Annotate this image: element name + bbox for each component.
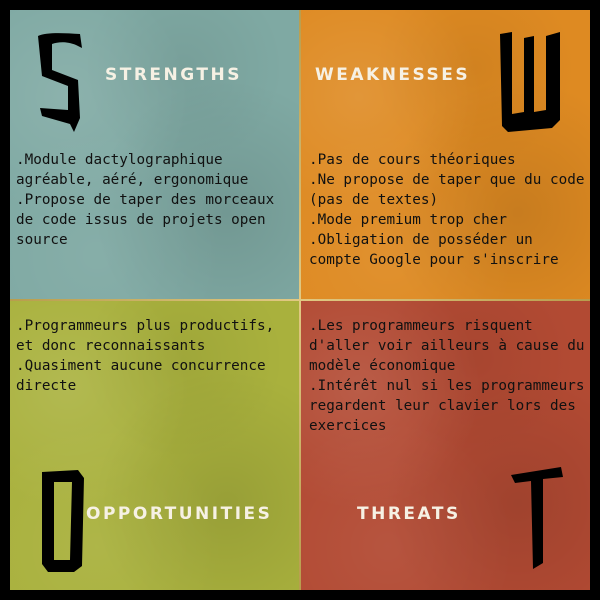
strengths-quadrant: STRENGTHS .Module dactylographique agréa…	[10, 10, 299, 299]
list-item: .Intérêt nul si les programmeurs regarde…	[309, 378, 585, 434]
list-item: .Pas de cours théoriques	[309, 152, 516, 168]
list-item: .Mode premium trop cher	[309, 212, 507, 228]
list-item: .Programmeurs plus productifs, et donc r…	[16, 318, 275, 354]
threats-list: .Les programmeurs risquent d'aller voir …	[309, 316, 589, 436]
weaknesses-list: .Pas de cours théoriques .Ne propose de …	[309, 150, 589, 270]
strengths-list: .Module dactylographique agréable, aéré,…	[16, 150, 296, 250]
list-item: .Obligation de posséder un compte Google…	[309, 232, 559, 268]
threats-letter-icon	[509, 463, 565, 573]
list-item: .Module dactylographique agréable, aéré,…	[16, 152, 249, 188]
opportunities-title: OPPORTUNITIES	[86, 504, 273, 524]
opportunities-list: .Programmeurs plus productifs, et donc r…	[16, 316, 296, 396]
horizontal-divider	[10, 299, 590, 301]
opportunities-quadrant: .Programmeurs plus productifs, et donc r…	[10, 301, 299, 590]
weaknesses-letter-icon	[496, 28, 568, 138]
threats-quadrant: .Les programmeurs risquent d'aller voir …	[301, 301, 590, 590]
weaknesses-quadrant: WEAKNESSES .Pas de cours théoriques .Ne …	[301, 10, 590, 299]
list-item: .Propose de taper des morceaux de code i…	[16, 192, 275, 248]
list-item: .Les programmeurs risquent d'aller voir …	[309, 318, 585, 374]
swot-diagram: STRENGTHS .Module dactylographique agréa…	[0, 0, 600, 600]
strengths-title: STRENGTHS	[105, 65, 242, 85]
list-item: .Ne propose de taper que du code (pas de…	[309, 172, 585, 208]
opportunities-letter-icon	[38, 466, 88, 576]
list-item: .Quasiment aucune concurrence directe	[16, 358, 266, 394]
threats-title: THREATS	[357, 504, 461, 524]
strengths-letter-icon	[30, 28, 90, 138]
weaknesses-title: WEAKNESSES	[315, 65, 471, 85]
